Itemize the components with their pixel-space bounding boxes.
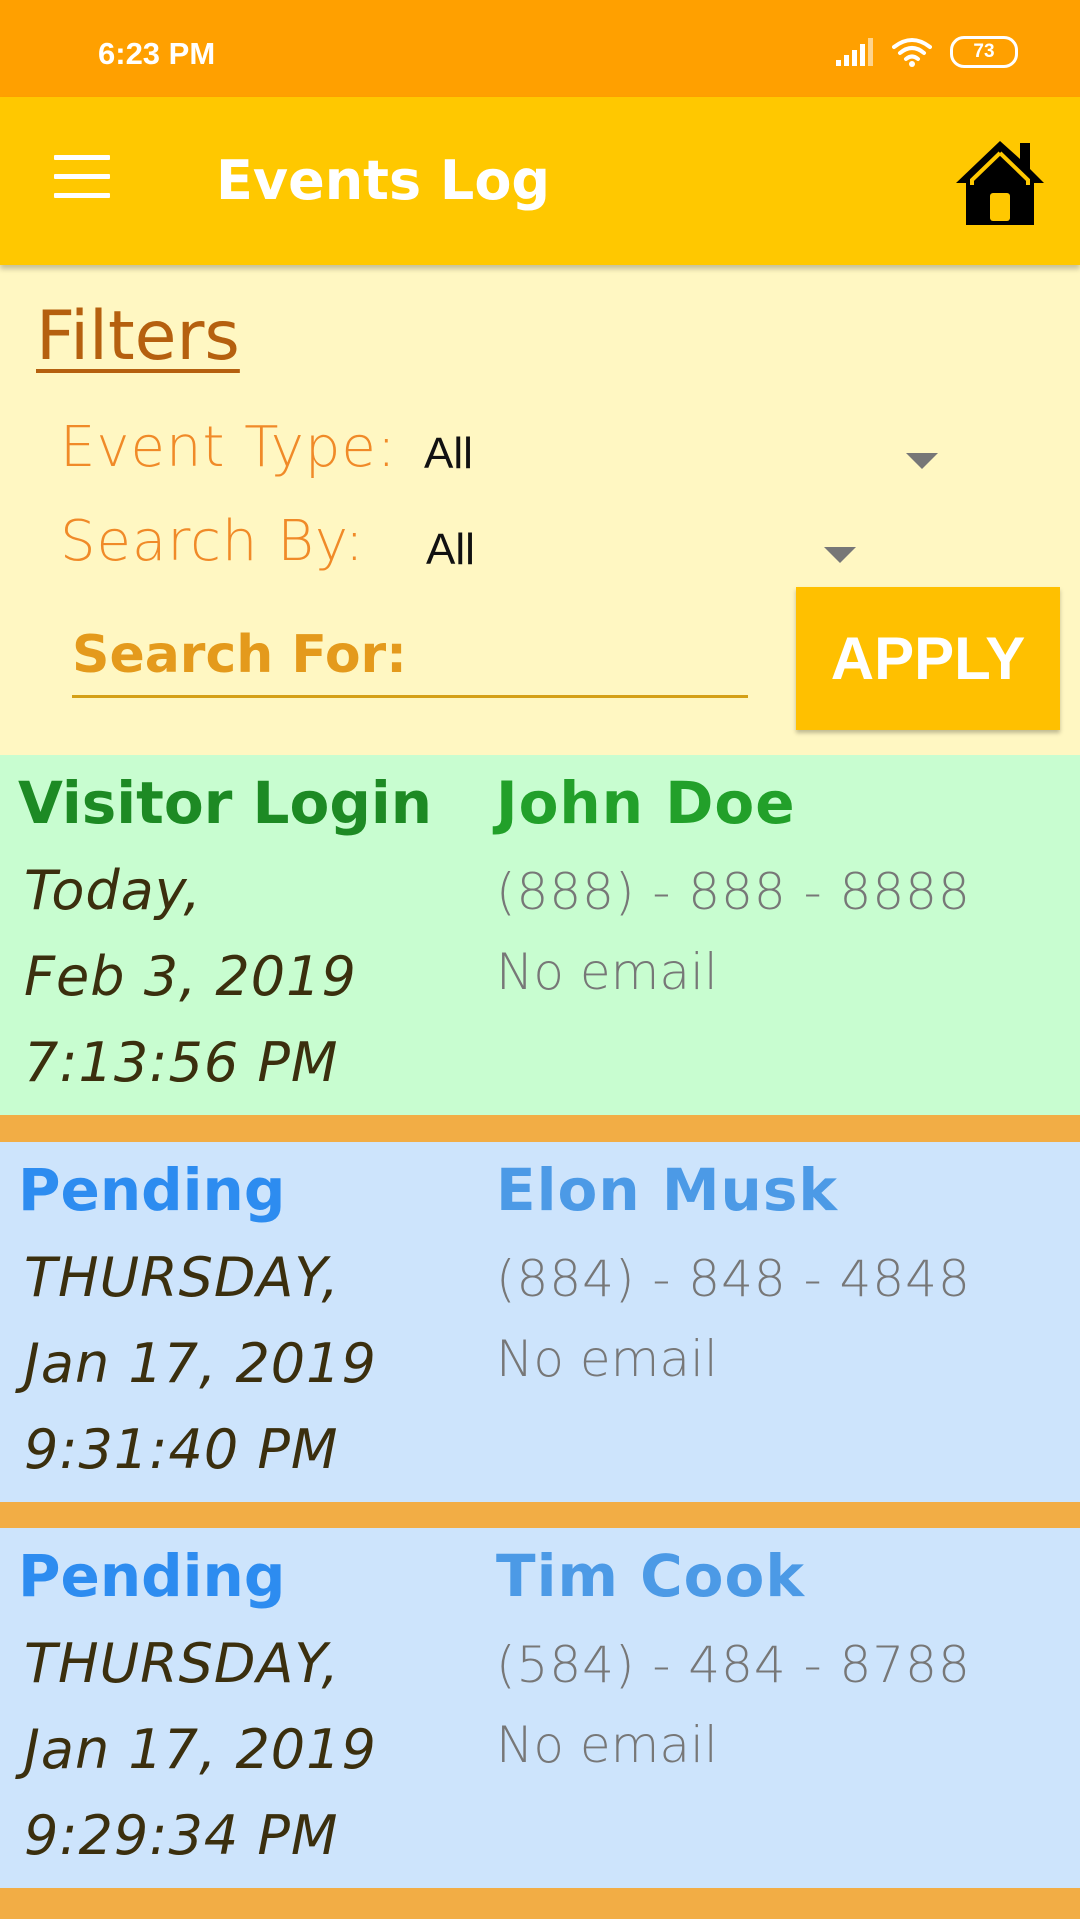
wifi-icon — [892, 38, 932, 67]
event-type: Visitor Login — [18, 769, 433, 837]
status-time: 6:23 PM — [98, 36, 216, 71]
contact-name: Elon Musk — [496, 1156, 838, 1224]
event-day: THURSDAY, — [24, 1632, 340, 1695]
search-for-field — [72, 615, 748, 698]
filters-title: Filters — [36, 297, 240, 376]
event-type: Pending — [18, 1156, 286, 1224]
search-for-input[interactable] — [72, 625, 748, 685]
menu-icon — [54, 155, 110, 160]
dropdown-arrow-icon — [824, 547, 856, 563]
menu-button[interactable] — [54, 155, 112, 199]
apply-button[interactable]: APPLY — [796, 587, 1060, 730]
battery-icon: 73 — [950, 36, 1018, 68]
page-title: Events Log — [216, 149, 551, 212]
contact-email: No email — [496, 943, 718, 1001]
search-by-value: All — [426, 525, 475, 574]
event-card[interactable]: Pending THURSDAY, Jan 17, 2019 9:31:40 P… — [0, 1142, 1080, 1502]
event-type-dropdown[interactable]: All — [420, 415, 960, 495]
contact-phone: (888) - 888 - 8888 — [496, 863, 971, 921]
contact-name: John Doe — [496, 769, 796, 837]
event-time: 9:29:34 PM — [24, 1804, 339, 1867]
event-card[interactable]: Pending THURSDAY, Jan 17, 2019 9:29:34 P… — [0, 1528, 1080, 1888]
event-time: 9:31:40 PM — [24, 1418, 339, 1481]
contact-phone: (584) - 484 - 8788 — [496, 1636, 971, 1694]
event-type-label: Event Type: — [60, 415, 397, 480]
search-by-label: Search By: — [60, 509, 365, 574]
battery-level: 73 — [973, 41, 995, 62]
event-date: Feb 3, 2019 — [24, 945, 357, 1008]
event-day: Today, — [24, 859, 202, 922]
filters-panel: Filters Event Type: All Search By: All A… — [0, 265, 1080, 755]
home-icon[interactable] — [952, 137, 1048, 229]
contact-name: Tim Cook — [496, 1542, 805, 1610]
status-icons: 73 — [836, 34, 1018, 70]
event-type: Pending — [18, 1542, 286, 1610]
contact-phone: (884) - 848 - 4848 — [496, 1250, 971, 1308]
dropdown-arrow-icon — [906, 453, 938, 469]
event-date: Jan 17, 2019 — [24, 1332, 377, 1395]
event-type-value: All — [424, 429, 473, 478]
event-date: Jan 17, 2019 — [24, 1718, 377, 1781]
app-bar: Events Log — [0, 97, 1080, 265]
status-bar: 6:23 PM 73 — [0, 0, 1080, 97]
signal-icon — [836, 38, 873, 66]
search-by-dropdown[interactable]: All — [420, 509, 880, 589]
event-day: THURSDAY, — [24, 1246, 340, 1309]
event-time: 7:13:56 PM — [24, 1031, 339, 1094]
contact-email: No email — [496, 1716, 718, 1774]
event-card[interactable]: Visitor Login Today, Feb 3, 2019 7:13:56… — [0, 755, 1080, 1115]
contact-email: No email — [496, 1330, 718, 1388]
